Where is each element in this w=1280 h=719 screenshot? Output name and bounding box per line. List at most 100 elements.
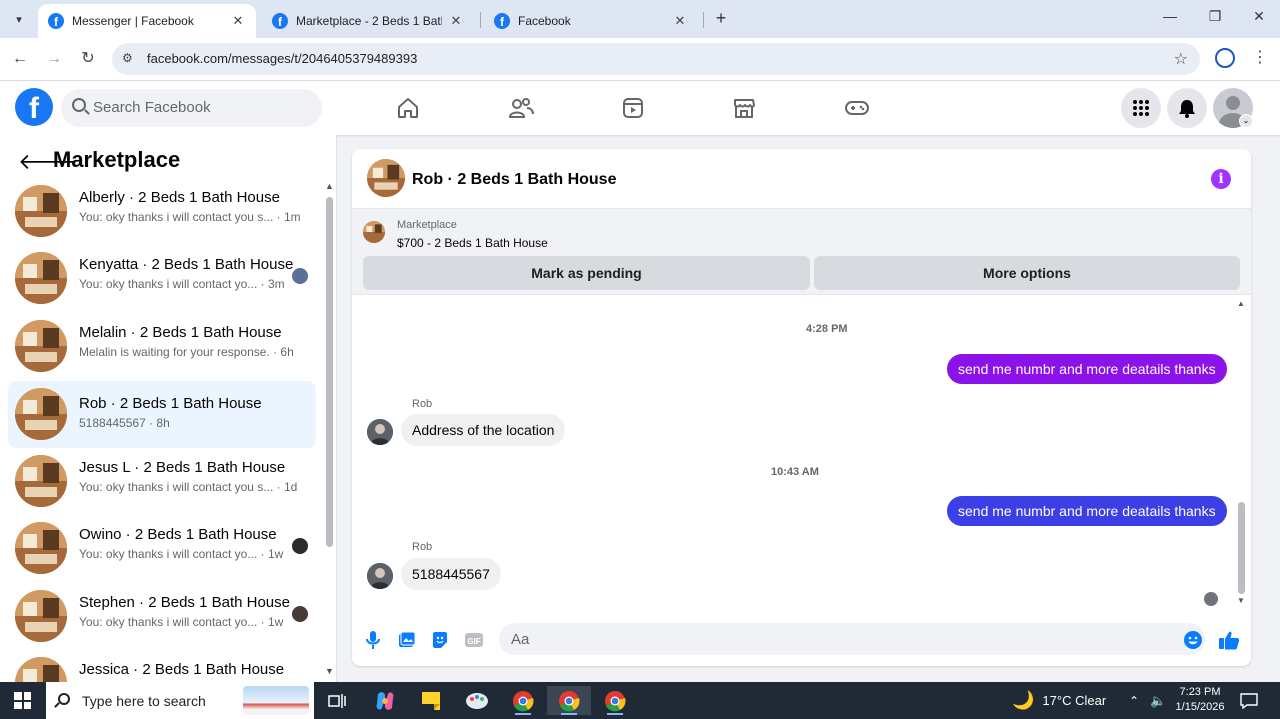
incoming-message[interactable]: Address of the location [401,414,566,446]
url-field[interactable]: ⚙ facebook.com/messages/t/20464053794893… [112,43,1200,75]
tab-facebook[interactable]: f Facebook ✕ [484,4,698,38]
clock-date: 1/15/2026 [1175,701,1225,713]
video-icon[interactable] [618,94,648,122]
sticky-notes-icon[interactable] [409,686,453,715]
site-settings-icon[interactable]: ⚙ [122,51,133,65]
new-tab-button[interactable]: + [710,8,732,29]
marketplace-chats-sidebar: 🡐 Marketplace Alberly · 2 Beds 1 Bath Ho… [0,135,337,682]
conversation-snippet: You: oky thanks i will contact you s... … [79,480,298,494]
sidebar-scroll-down-icon[interactable]: ▼ [325,666,334,676]
listing-avatar [15,522,67,574]
back-arrow-icon[interactable]: ← [9,48,31,70]
listing-avatar [15,320,67,372]
listing-thumbnail[interactable] [363,221,385,243]
conversation-item-selected[interactable]: Rob · 2 Beds 1 Bath House 5188445567 · 8… [8,381,316,448]
chrome-profile-m-icon[interactable] [501,686,545,715]
mark-as-pending-button[interactable]: Mark as pending [363,256,810,290]
search-icon [58,693,70,705]
listing-avatar [15,455,67,507]
reload-icon[interactable]: ↻ [77,48,99,70]
message-composer: GIF [352,615,1251,666]
browser-profile-icon[interactable] [1215,48,1235,68]
conversation-name: Owino · 2 Beds 1 Bath House [79,526,277,543]
listing-price-title[interactable]: $700 - 2 Beds 1 Bath House [397,236,548,250]
home-icon[interactable] [393,94,423,122]
taskbar-search-placeholder: Type here to search [82,693,206,709]
marketplace-icon[interactable] [729,94,759,122]
sidebar-scrollbar[interactable] [326,197,333,547]
bookmark-star-icon[interactable]: ☆ [1174,49,1188,69]
notifications-bell-icon[interactable] [1167,88,1207,128]
sender-avatar[interactable] [367,563,393,589]
microphone-icon[interactable] [362,629,384,651]
svg-text:GIF: GIF [467,637,480,646]
taskbar-clock[interactable]: 7:23 PM 1/15/2026 [1172,685,1228,715]
paint-icon[interactable] [455,686,499,715]
close-tab-icon[interactable]: ✕ [448,13,464,29]
search-icon [72,98,86,112]
conversation-item[interactable]: Kenyatta · 2 Beds 1 Bath House You: oky … [8,248,316,308]
friends-icon[interactable] [506,94,536,122]
restore-icon[interactable]: ❐ [1205,8,1225,25]
chrome-icon[interactable] [593,686,637,715]
chat-scroll-down-icon[interactable]: ▼ [1237,596,1245,605]
outgoing-message[interactable]: send me numbr and more deatails thanks [947,354,1227,384]
chat-scrollbar[interactable] [1238,502,1245,594]
facebook-header: f Search Facebook ⌄ [0,81,1280,135]
emoji-icon[interactable] [1182,629,1204,651]
windows-start-icon[interactable] [14,692,31,709]
account-caret-icon[interactable]: ⌄ [1239,114,1253,128]
copilot-icon[interactable] [363,686,407,715]
more-options-button[interactable]: More options [814,256,1240,290]
conversation-item[interactable]: Alberly · 2 Beds 1 Bath House You: oky t… [8,181,316,241]
running-indicator [607,713,623,715]
gaming-icon[interactable] [842,94,872,122]
tab-messenger[interactable]: f Messenger | Facebook ✕ [38,4,256,38]
listing-label: Marketplace [397,219,457,231]
conversation-item[interactable]: Jessica · 2 Beds 1 Bath House [8,653,316,682]
chat-scroll-up-icon[interactable]: ▲ [1237,299,1245,308]
chat-title[interactable]: Rob · 2 Beds 1 Bath House [412,171,616,189]
task-view-icon[interactable] [315,686,359,715]
search-highlight-image [243,686,309,715]
outgoing-message[interactable]: send me numbr and more deatails thanks [947,496,1227,526]
sender-avatar[interactable] [367,419,393,445]
conversation-item[interactable]: Owino · 2 Beds 1 Bath House You: oky tha… [8,518,316,578]
chat-avatar[interactable] [367,159,405,197]
facebook-logo-icon[interactable]: f [15,88,53,126]
menu-grid-icon[interactable] [1121,88,1161,128]
weather-widget[interactable]: 🌙 17°C Clear [1012,682,1106,719]
forward-arrow-icon[interactable]: → [43,48,65,70]
photo-icon[interactable] [396,629,418,651]
url-text[interactable]: facebook.com/messages/t/2046405379489393 [147,51,417,66]
notifications-center-icon[interactable] [1240,682,1258,719]
gif-icon[interactable]: GIF [463,629,485,651]
chrome-active-icon[interactable] [547,686,591,715]
conversation-item[interactable]: Melalin · 2 Beds 1 Bath House Melalin is… [8,316,316,376]
close-tab-icon[interactable]: ✕ [672,13,688,29]
conversation-item[interactable]: Jesus L · 2 Beds 1 Bath House You: oky t… [8,451,316,511]
taskbar-search-field[interactable]: Type here to search [46,682,314,719]
tab-search-menu-icon[interactable]: ▾ [8,8,30,30]
speaker-icon[interactable]: 🔈 [1150,682,1166,719]
show-hidden-icons[interactable]: ⌃ [1129,682,1139,719]
search-placeholder: Search Facebook [93,99,211,116]
browser-menu-icon[interactable]: ⋮ [1252,47,1268,67]
sidebar-scroll-up-icon[interactable]: ▲ [325,181,334,191]
minimize-icon[interactable]: — [1160,8,1180,24]
conversation-snippet: Melalin is waiting for your response. · … [79,345,294,359]
incoming-message[interactable]: 5188445567 [401,558,501,590]
conversation-name: Kenyatta · 2 Beds 1 Bath House [79,256,294,273]
sticker-icon[interactable] [429,629,451,651]
close-tab-icon[interactable]: ✕ [230,13,246,29]
search-facebook-field[interactable]: Search Facebook [61,89,322,127]
conversation-snippet: You: oky thanks i will contact yo... · 1… [79,547,284,561]
conversation-name: Jessica · 2 Beds 1 Bath House [79,661,285,678]
window-close-icon[interactable]: ✕ [1249,8,1269,25]
conversation-name: Rob · 2 Beds 1 Bath House [79,395,262,412]
message-input[interactable] [499,623,1205,655]
tab-marketplace[interactable]: f Marketplace - 2 Beds 1 Bath Ho ✕ [262,4,474,38]
conversation-item[interactable]: Stephen · 2 Beds 1 Bath House You: oky t… [8,586,316,646]
like-thumbs-up-icon[interactable] [1218,629,1240,651]
info-icon[interactable]: i [1211,169,1231,189]
